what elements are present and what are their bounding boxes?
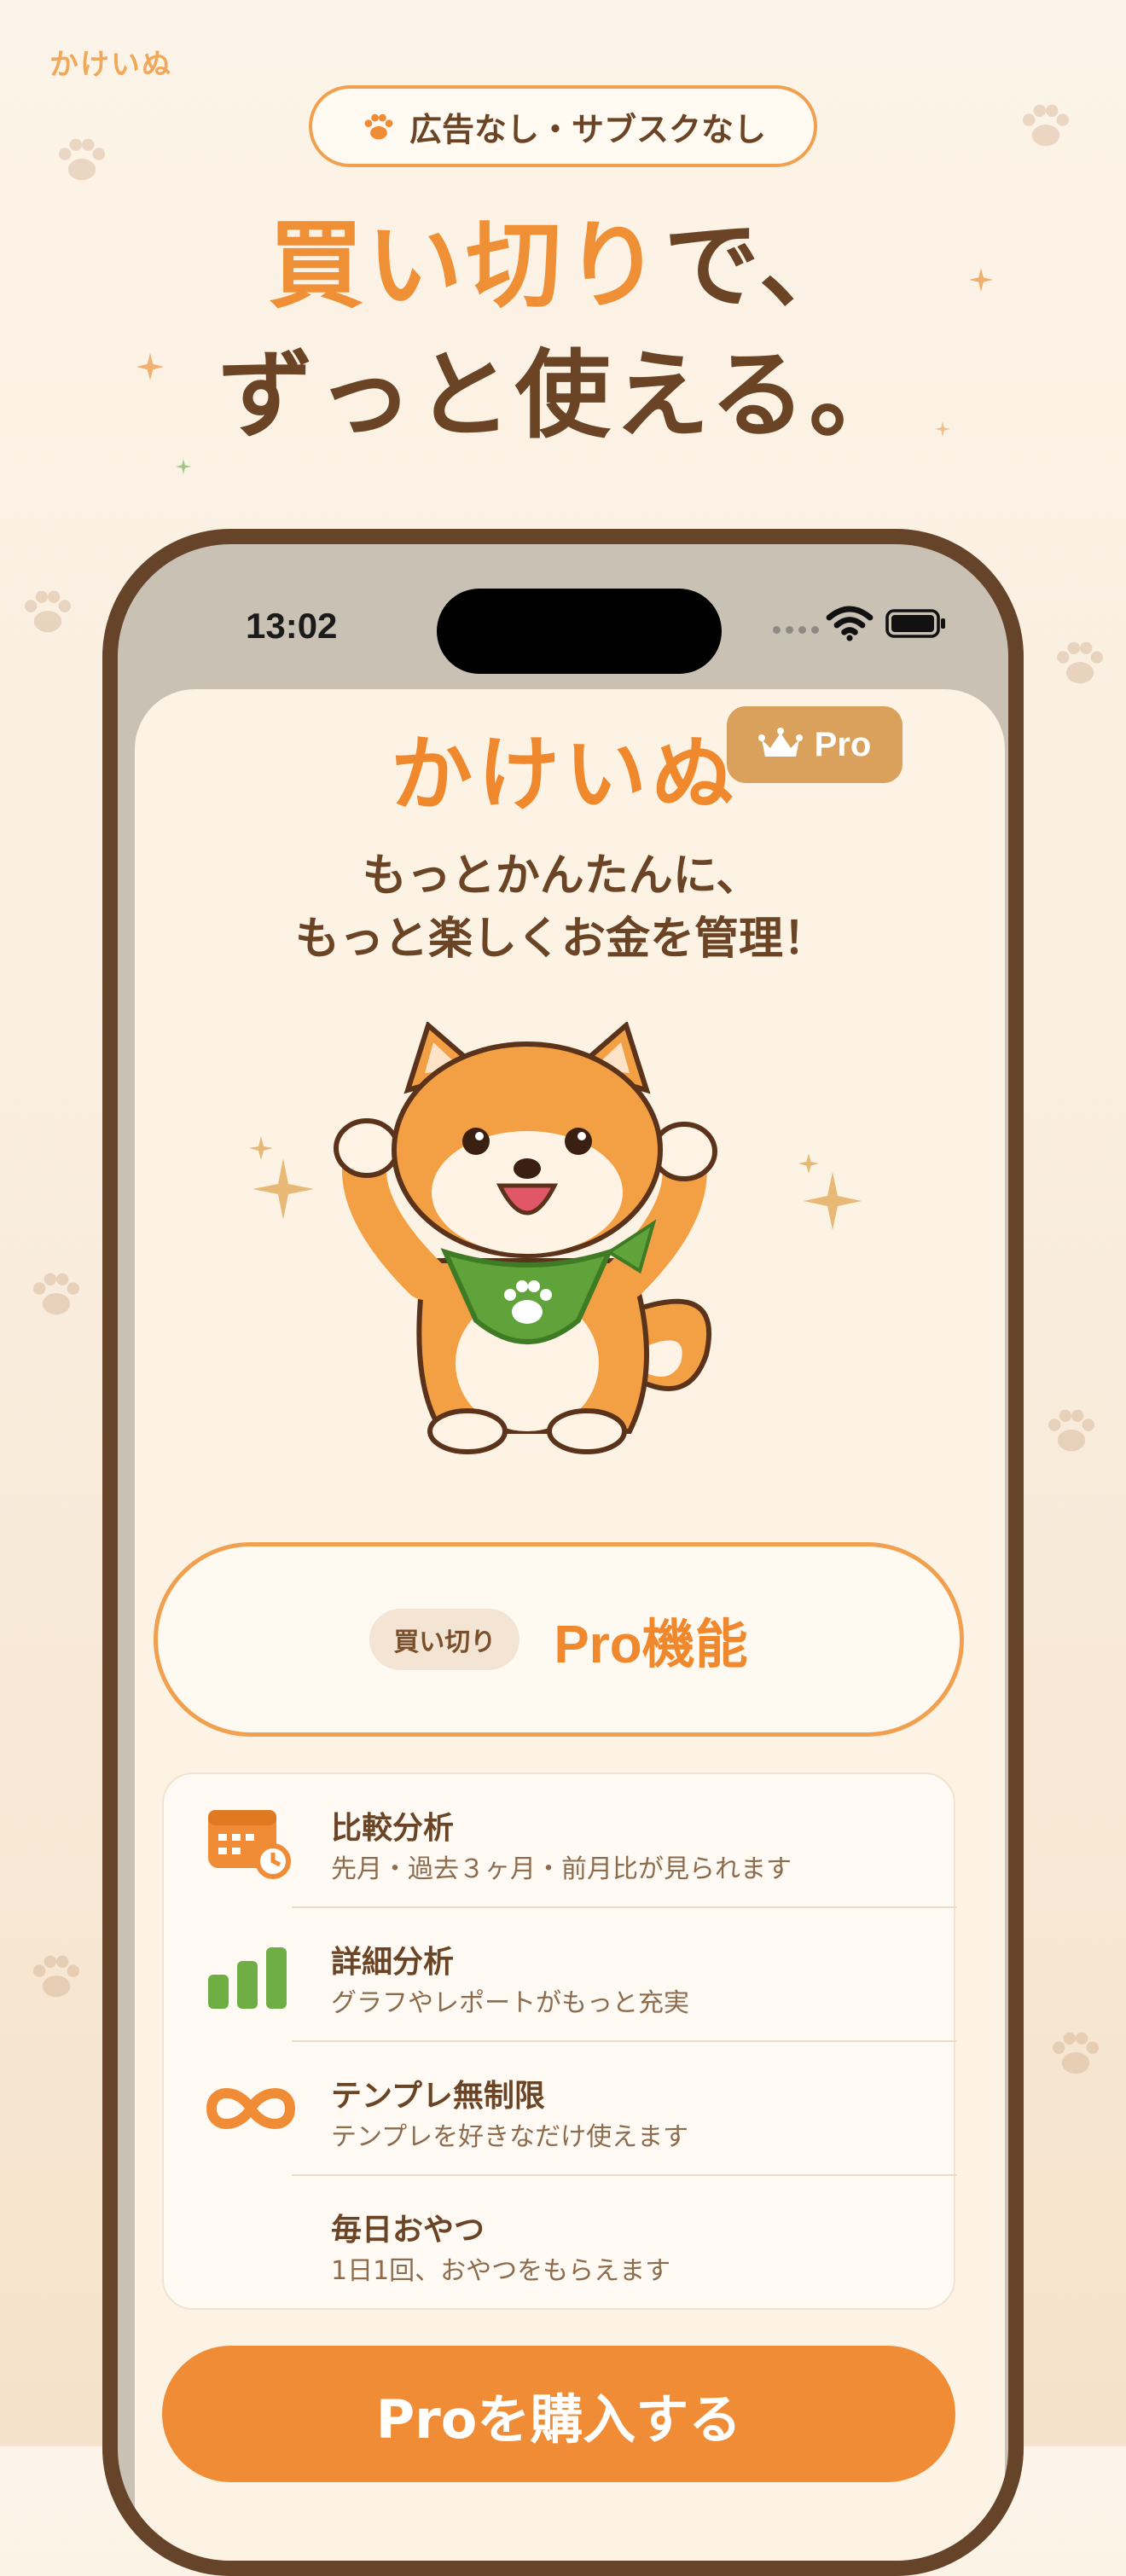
headline-rest: で、 bbox=[664, 211, 858, 322]
background-paw-icon bbox=[59, 138, 105, 181]
pro-badge: Pro bbox=[727, 706, 903, 783]
feature-title: 詳細分析 bbox=[331, 1945, 455, 1980]
feature-list: 比較分析 先月・過去３ヶ月・前月比が見られます 詳細分析 グラフやレポートがもっ… bbox=[162, 1772, 957, 2310]
pro-feature-title: Pro機能 bbox=[554, 1616, 748, 1674]
brand-logo-small: かけいぬ bbox=[49, 48, 172, 82]
background-paw-icon bbox=[1048, 1409, 1094, 1452]
status-bar: 13:02 bbox=[118, 544, 1008, 689]
paw-icon bbox=[364, 113, 393, 140]
shiba-dog-mascot-icon bbox=[334, 1022, 717, 1454]
tagline-line2: もっと楽しくお金を管理！ bbox=[294, 914, 827, 965]
status-time: 13:02 bbox=[246, 606, 338, 646]
sparkle-icon bbox=[176, 459, 191, 474]
purchase-pro-label: Proを購入する bbox=[375, 2388, 742, 2451]
tagline-line1: もっとかんたんに、 bbox=[362, 850, 761, 902]
headline-accent: 買い切り bbox=[268, 211, 665, 322]
crown-icon bbox=[757, 728, 803, 757]
feature-title: 比較分析 bbox=[331, 1811, 455, 1846]
infinity-icon bbox=[206, 2088, 296, 2129]
background-paw-icon bbox=[33, 1273, 79, 1315]
phone-mockup: 13:02 かけいぬ Pro もっとかんたんに、 もっと楽しくお金を管理！ 買い… bbox=[102, 529, 1024, 2576]
background-paw-icon bbox=[1023, 104, 1069, 147]
feature-description: グラフやレポートがもっと充実 bbox=[331, 1988, 689, 2018]
feature-item-daily-snack: 毎日おやつ 1日1回、おやつをもらえます bbox=[164, 2176, 957, 2310]
cellular-signal-icon bbox=[773, 626, 819, 634]
dynamic-island bbox=[437, 589, 722, 674]
no-ads-label: 広告なし・サブスクなし bbox=[409, 110, 766, 148]
calendar-icon bbox=[208, 1810, 291, 1879]
bar-chart-icon bbox=[208, 1947, 287, 2009]
one-time-purchase-chip: 買い切り bbox=[369, 1609, 520, 1670]
feature-title: 毎日おやつ bbox=[331, 2213, 485, 2248]
feature-item-comparison: 比較分析 先月・過去３ヶ月・前月比が見られます bbox=[164, 1774, 957, 1908]
feature-description: 先月・過去３ヶ月・前月比が見られます bbox=[331, 1854, 792, 1884]
headline-line2: ずっと使える。 bbox=[218, 340, 908, 451]
purchase-pro-button[interactable]: Proを購入する bbox=[162, 2346, 955, 2482]
app-tagline: もっとかんたんに、 もっと楽しくお金を管理！ bbox=[118, 844, 1005, 971]
feature-description: 1日1回、おやつをもらえます bbox=[331, 2256, 671, 2286]
background-paw-icon bbox=[25, 590, 71, 633]
background-paw-icon bbox=[33, 1955, 79, 1998]
feature-title: テンプレ無制限 bbox=[331, 2079, 545, 2114]
sparkle-icon bbox=[798, 1153, 862, 1230]
app-logo: かけいぬ bbox=[391, 727, 739, 822]
feature-description: テンプレを好きなだけ使えます bbox=[331, 2122, 689, 2152]
pro-badge-label: Pro bbox=[814, 725, 872, 763]
wifi-icon bbox=[826, 606, 874, 641]
feature-item-unlimited-templates: テンプレ無制限 テンプレを好きなだけ使えます bbox=[164, 2042, 957, 2176]
feature-item-detailed-analysis: 詳細分析 グラフやレポートがもっと充実 bbox=[164, 1908, 957, 2042]
headline-line1: 買い切りで、 bbox=[0, 208, 1126, 324]
no-ads-pill: 広告なし・サブスクなし bbox=[309, 85, 817, 167]
background-paw-icon bbox=[1057, 641, 1103, 684]
battery-icon bbox=[885, 609, 945, 638]
background-paw-icon bbox=[1053, 2032, 1099, 2074]
pro-feature-card: 買い切り Pro機能 bbox=[154, 1542, 964, 1737]
